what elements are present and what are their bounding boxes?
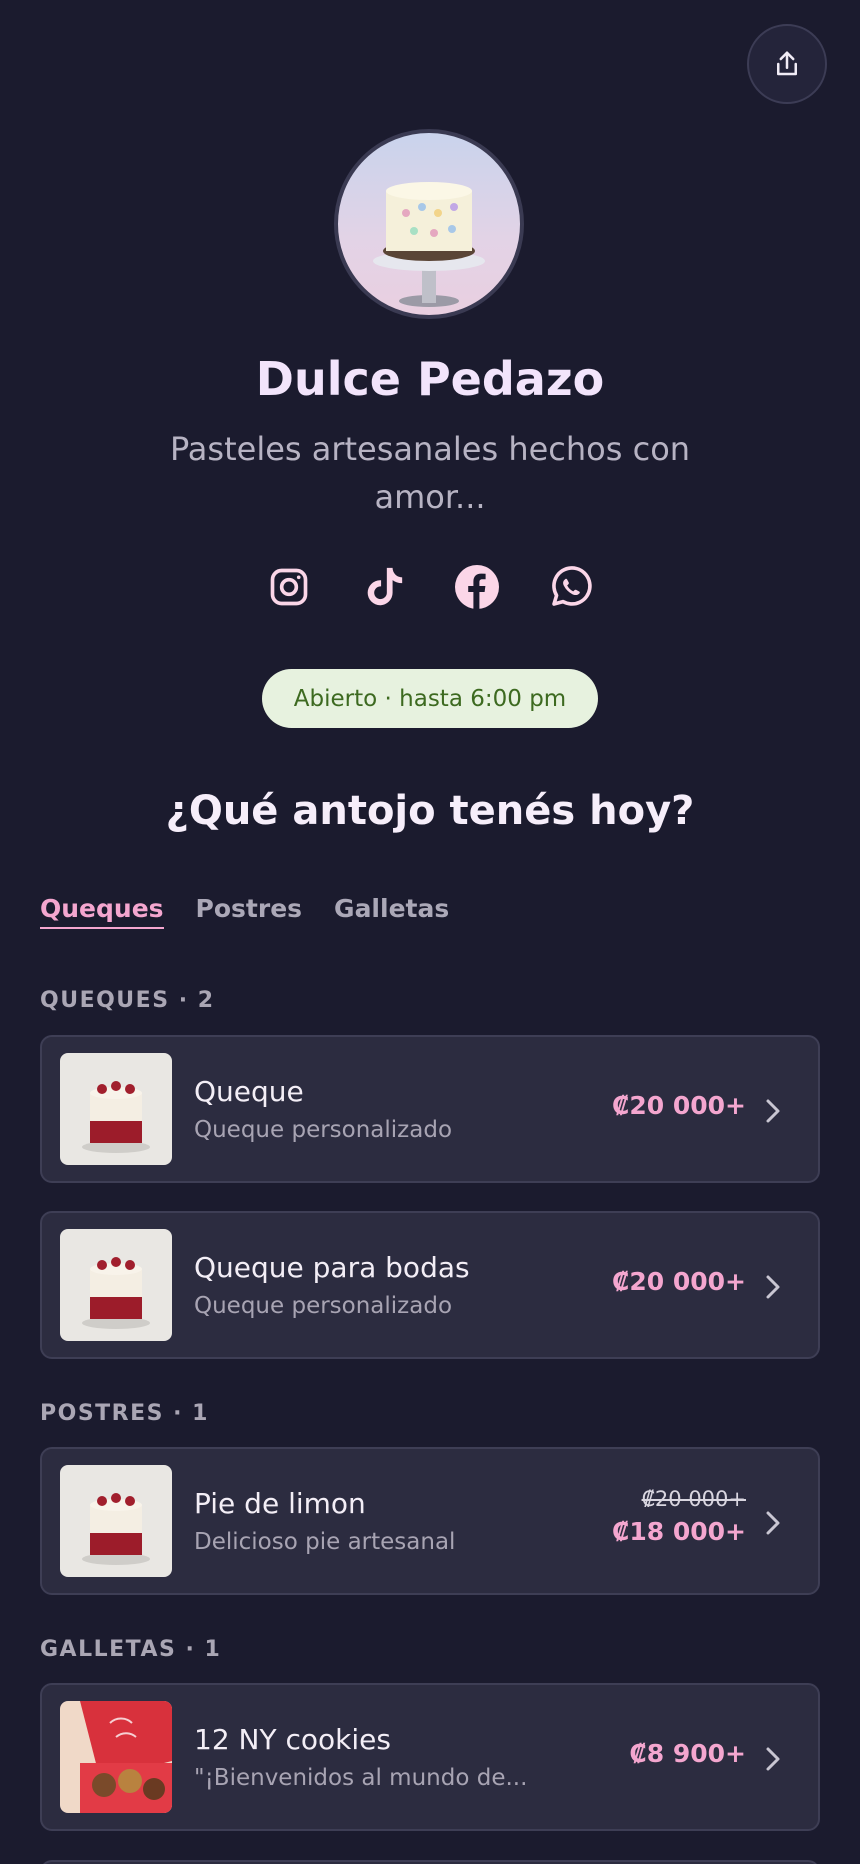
instagram-link[interactable] [262,560,316,614]
whatsapp-icon [552,566,592,606]
product-title: 12 NY cookies [194,1723,391,1756]
product-card[interactable]: Pie de limon Delicioso pie artesanal ₡20… [40,1447,820,1595]
tab-galletas[interactable]: Galletas [334,894,449,929]
product-subtitle: Queque personalizado [194,1117,453,1143]
chevron-right-icon [764,1507,788,1539]
section-label-queques: QUEQUES · 2 [40,988,215,1013]
product-thumbnail [60,1229,172,1341]
whatsapp-link[interactable] [544,560,598,614]
product-title: Queque para bodas [194,1251,470,1284]
product-thumbnail [60,1053,172,1165]
product-title: Pie de limon [194,1487,366,1520]
category-tabs: Queques Postres Galletas [40,894,449,929]
status-badge: Abierto · hasta 6:00 pm [262,669,598,728]
product-subtitle: Queque personalizado [194,1293,453,1319]
social-links [0,560,860,614]
business-name: Dulce Pedazo [255,352,605,406]
product-sale-price: ₡18 000+ [611,1517,746,1546]
product-thumbnail [60,1465,172,1577]
chevron-right-icon [764,1095,788,1127]
tiktok-icon [367,567,403,606]
product-subtitle: Delicioso pie artesanal [194,1529,456,1555]
product-card[interactable]: Queque para bodas Queque personalizado ₡… [40,1211,820,1359]
business-tagline: Pasteles artesanales hechos con amor... [169,430,691,516]
product-card[interactable]: 12 NY cookies "¡Bienvenidos al mundo de.… [40,1683,820,1831]
facebook-icon [455,565,499,609]
product-card[interactable]: Queque Queque personalizado ₡20 000+ [40,1035,820,1183]
share-icon [777,51,797,76]
avatar [334,129,524,319]
product-subtitle: "¡Bienvenidos al mundo de... [194,1765,528,1791]
product-price: ₡8 900+ [629,1739,746,1768]
share-button[interactable] [747,24,827,104]
section-label-postres: POSTRES · 1 [40,1401,209,1426]
section-label-galletas: GALLETAS · 1 [40,1637,222,1662]
facebook-link[interactable] [450,560,504,614]
chevron-right-icon [764,1743,788,1775]
tiktok-link[interactable] [356,560,410,614]
chevron-right-icon [764,1271,788,1303]
product-price: ₡20 000+ [611,1091,746,1120]
product-price: ₡20 000+ [611,1267,746,1296]
tab-postres[interactable]: Postres [196,894,303,929]
product-thumbnail [60,1701,172,1813]
menu-heading: ¿Qué antojo tenés hoy? [165,788,695,834]
product-original-price: ₡20 000+ [641,1487,746,1511]
product-title: Queque [194,1075,304,1108]
instagram-icon [270,568,308,606]
tab-queques[interactable]: Queques [40,894,164,929]
cake-avatar-image [373,182,485,307]
product-card-partial[interactable] [40,1860,820,1864]
